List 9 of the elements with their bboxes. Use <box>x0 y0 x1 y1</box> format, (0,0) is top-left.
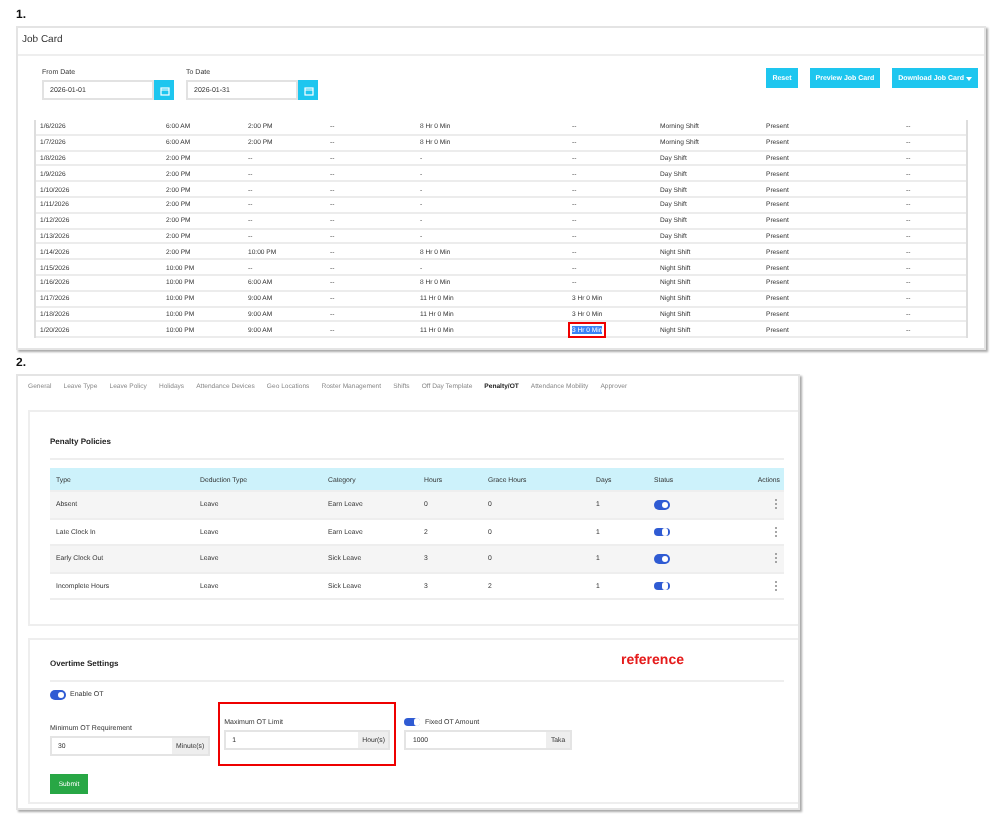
calendar-icon <box>159 85 169 95</box>
calendar-icon <box>303 85 313 95</box>
field-toggle[interactable] <box>404 717 421 727</box>
caret-icon <box>966 75 972 81</box>
status-toggle[interactable] <box>654 554 670 564</box>
status-toggle[interactable] <box>654 527 670 537</box>
status-toggle[interactable] <box>654 581 670 591</box>
status-toggle[interactable] <box>654 500 670 510</box>
enable-toggle[interactable] <box>50 690 66 700</box>
